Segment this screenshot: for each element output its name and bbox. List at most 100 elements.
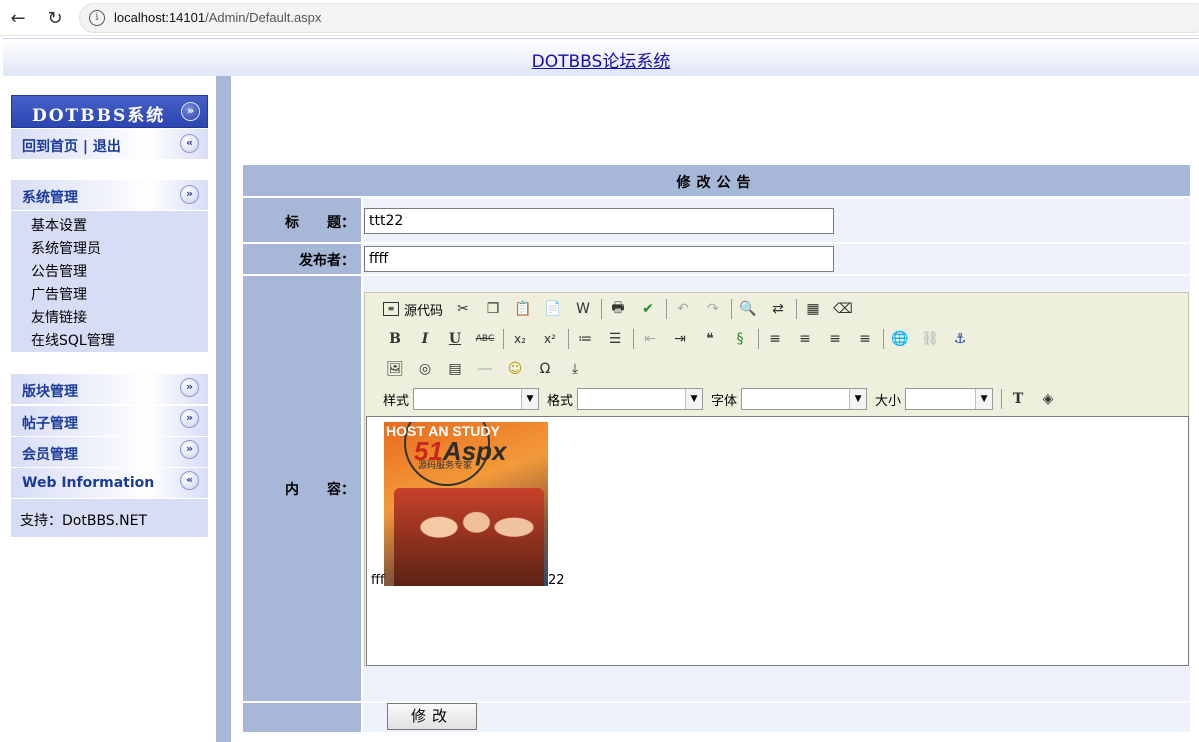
expand-icon[interactable]: » [180,440,199,459]
toolbar-separator [796,299,798,319]
style-select[interactable]: ▼ [413,388,540,410]
form-title-bar: 修改公告 [243,165,1190,196]
section-label: 会员管理 [22,447,78,463]
print-icon[interactable]: 🖶 [606,298,630,320]
sidebar-item-admins[interactable]: 系统管理员 [31,238,101,258]
unordered-list-icon[interactable]: ☰ [603,328,627,350]
system-menu: 基本设置 系统管理员 公告管理 广告管理 友情链接 在线SQL管理 [11,211,208,352]
superscript-icon[interactable]: x² [538,328,562,350]
smiley-icon[interactable]: ☺ [503,358,527,380]
dropdown-arrow-icon: ▼ [975,389,993,409]
sidebar-section-posts[interactable]: 帖子管理 » [11,406,208,436]
url-path: /Admin/Default.aspx [205,10,322,25]
title-input[interactable]: ttt22 [364,208,834,234]
size-select[interactable]: ▼ [905,388,994,410]
title-label: 标 题： [285,215,355,231]
expand-icon[interactable]: » [180,378,199,397]
image-people [394,488,544,586]
indent-icon[interactable]: ⇥ [668,328,692,350]
paste-text-icon[interactable]: 📄 [541,298,565,320]
source-label: 源代码 [404,303,444,319]
toolbar-separator [568,329,569,349]
create-div-icon[interactable]: § [728,328,752,350]
text-color-icon[interactable]: T [1006,388,1030,410]
sidebar-section-members[interactable]: 会员管理 » [11,437,208,467]
sidebar-section-system[interactable]: 系统管理 » [11,180,208,210]
outdent-icon[interactable]: ⇤ [638,328,662,350]
image-sub-text: 源码服务专家 [418,461,473,471]
site-info-icon[interactable]: i [89,10,105,26]
insert-flash-icon[interactable]: ◎ [413,358,437,380]
special-char-icon[interactable]: Ω [533,358,557,380]
toolbar-row-1: ≡ 源代码 ✂ ❐ 📋 📄 W 🖶 ✔ ↶ ↷ 🔍 ⇄ ▦ ⌫ [383,297,861,321]
section-label: 系统管理 [22,190,78,206]
content-label: 内 容： [285,482,355,498]
justify-icon[interactable]: ≡ [853,328,877,350]
page-header: DOTBBS论坛系统 [3,38,1199,76]
redo-icon[interactable]: ↷ [701,298,725,320]
expand-icon[interactable]: » [180,409,199,428]
submit-value-cell [363,703,1190,732]
home-logout-link[interactable]: 回到首页 | 退出 [22,136,121,156]
toolbar-row-2: B I U ABC x₂ x² ≔ ☰ ⇤ ⇥ ❝ § ≡ ≡ ≡ ≡ 🌐 ⛓ … [383,327,978,351]
embedded-image[interactable]: HOST AN STUDY 51Aspx 源码服务专家 [384,422,548,586]
background-color-icon[interactable]: ◈ [1036,388,1060,410]
address-bar[interactable]: i localhost:14101/Admin/Default.aspx [79,3,1199,33]
expand-icon[interactable]: » [180,185,199,204]
url-text: localhost:14101/Admin/Default.aspx [114,10,321,25]
publisher-label: 发布者： [299,253,355,269]
sidebar-item-sql[interactable]: 在线SQL管理 [31,330,115,350]
style-label: 样式 [383,393,410,409]
source-button[interactable]: ≡ 源代码 [383,300,443,319]
undo-icon[interactable]: ↶ [671,298,695,320]
page-break-icon[interactable]: ⤓ [563,358,587,380]
replace-icon[interactable]: ⇄ [766,298,790,320]
reload-icon[interactable]: ↻ [43,6,67,30]
font-select[interactable]: ▼ [741,388,868,410]
subscript-icon[interactable]: x₂ [508,328,532,350]
underline-icon[interactable]: U [443,328,467,350]
horizontal-rule-icon[interactable]: ― [473,358,497,380]
dropdown-arrow-icon: ▼ [521,389,539,409]
submit-button[interactable]: 修改 [387,703,477,730]
publisher-input[interactable]: ffff [364,246,834,272]
blockquote-icon[interactable]: ❝ [698,328,722,350]
ordered-list-icon[interactable]: ≔ [573,328,597,350]
system-title: DOTBBS系统 [32,106,166,126]
url-host: localhost:14101 [114,10,206,25]
spellcheck-icon[interactable]: ✔ [636,298,660,320]
strikethrough-icon[interactable]: ABC [473,328,497,350]
align-left-icon[interactable]: ≡ [763,328,787,350]
align-center-icon[interactable]: ≡ [793,328,817,350]
anchor-icon[interactable]: ⚓ [948,328,972,350]
sidebar-section-boards[interactable]: 版块管理 » [11,374,208,404]
cut-icon[interactable]: ✂ [451,298,475,320]
collapse-icon[interactable]: « [180,471,199,490]
select-all-icon[interactable]: ▦ [801,298,825,320]
paste-word-icon[interactable]: W [571,298,595,320]
find-icon[interactable]: 🔍 [736,298,760,320]
sidebar-section-webinfo[interactable]: Web Information « [11,468,208,498]
remove-format-icon[interactable]: ⌫ [831,298,855,320]
format-select[interactable]: ▼ [577,388,704,410]
sidebar-item-ads[interactable]: 广告管理 [31,284,87,304]
link-icon[interactable]: 🌐 [888,328,912,350]
site-title-link[interactable]: DOTBBS论坛系统 [3,47,1199,72]
italic-icon[interactable]: I [413,328,437,350]
sidebar-item-announcements[interactable]: 公告管理 [31,261,87,281]
unlink-icon[interactable]: ⛓ [918,328,942,350]
insert-image-icon[interactable]: 🖼 [383,358,407,380]
align-right-icon[interactable]: ≡ [823,328,847,350]
section-label: 版块管理 [22,384,78,400]
sidebar-item-basic-settings[interactable]: 基本设置 [31,215,87,235]
bold-icon[interactable]: B [383,328,407,350]
copy-icon[interactable]: ❐ [481,298,505,320]
collapse-home-icon[interactable]: « [180,134,199,153]
sidebar-item-links[interactable]: 友情链接 [31,307,87,327]
collapse-system-icon[interactable]: » [181,102,200,121]
paste-icon[interactable]: 📋 [511,298,535,320]
back-arrow-icon[interactable]: ← [6,6,30,30]
form-title: 修改公告 [676,175,757,191]
toolbar-separator [633,329,634,349]
insert-table-icon[interactable]: ▤ [443,358,467,380]
